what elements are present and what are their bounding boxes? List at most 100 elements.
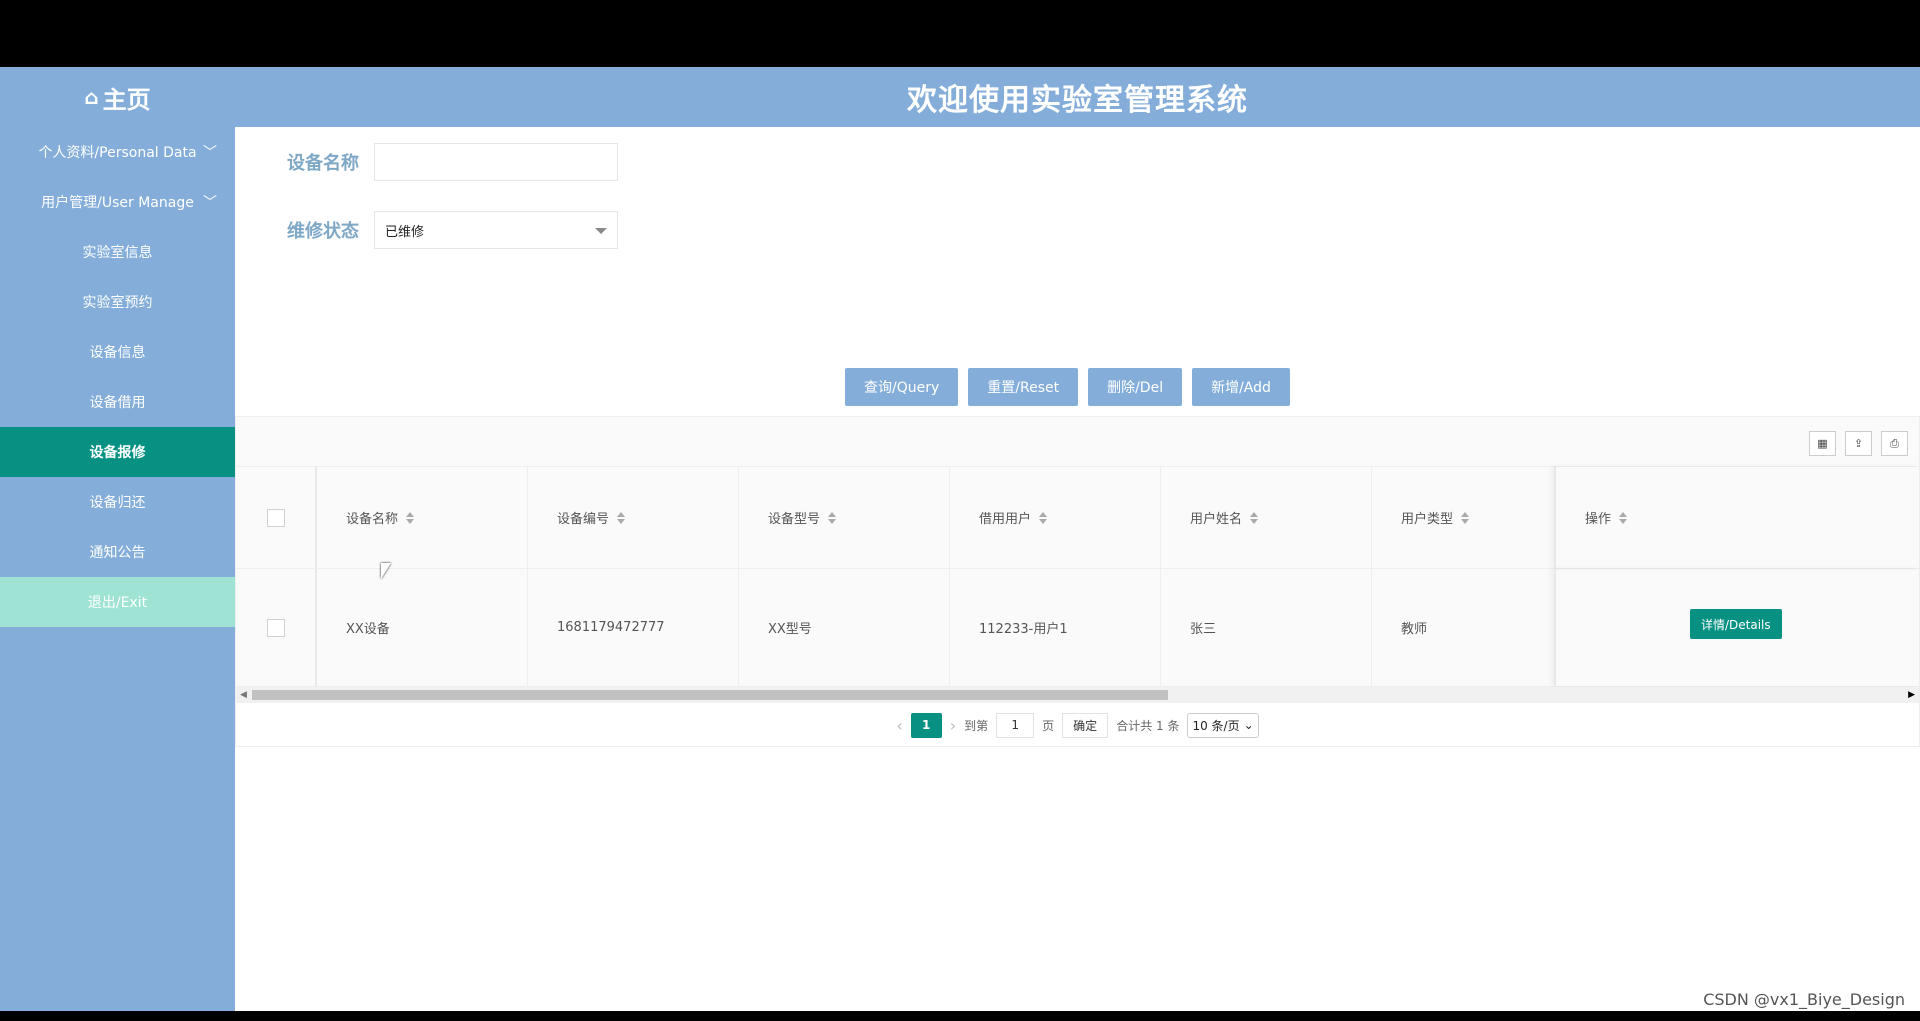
page-title: 欢迎使用实验室管理系统	[907, 83, 1248, 118]
operation-header: 操作	[1554, 467, 1919, 568]
device-name-label: 设备名称	[287, 153, 359, 174]
repair-status-value: 已维修	[385, 224, 425, 240]
table-cell: 1681179472777	[528, 569, 739, 686]
pagination: ‹ 1 › 到第 1 页 确定 合计共 1 条 10 条/页 ⌄	[236, 703, 1919, 747]
search-name-row: 设备名称	[287, 143, 618, 181]
table-header-row: 设备名称 设备编号 设备型号 借用用户 用户姓名 用户类型 操作	[236, 467, 1919, 569]
next-page-icon[interactable]: ›	[950, 716, 956, 735]
table-toolbar: ▦ ⇪ ⎙	[236, 417, 1919, 467]
prev-page-icon[interactable]: ‹	[896, 716, 902, 735]
sort-icon[interactable]	[828, 511, 837, 524]
column-header[interactable]: 用户姓名	[1161, 467, 1372, 568]
mouse-cursor	[381, 563, 391, 579]
sort-icon[interactable]	[1461, 511, 1470, 524]
search-status-row: 维修状态 已维修	[287, 211, 618, 249]
sidebar-item-personal-data[interactable]: 个人资料/Personal Data ﹀	[0, 127, 235, 177]
column-header[interactable]: 设备型号	[739, 467, 950, 568]
sort-icon[interactable]	[1039, 511, 1048, 524]
table-cell: 教师	[1401, 622, 1428, 637]
horizontal-scrollbar[interactable]: ◀ ▶	[236, 687, 1919, 703]
column-header-label: 借用用户	[979, 512, 1032, 527]
app-window: ⌂ 主页 欢迎使用实验室管理系统 个人资料/Personal Data ﹀ 用户…	[0, 67, 1920, 1011]
current-page[interactable]: 1	[910, 712, 942, 738]
column-header-label: 操作	[1585, 512, 1612, 527]
sidebar-item-lab-info[interactable]: 实验室信息	[0, 227, 235, 277]
action-buttons: 查询/Query 重置/Reset 删除/Del 新增/Add	[845, 368, 1290, 406]
select-all-cell	[236, 467, 317, 568]
sidebar-item-label: 实验室预约	[82, 295, 153, 311]
column-header-label: 用户类型	[1401, 512, 1454, 527]
sidebar: 个人资料/Personal Data ﹀ 用户管理/User Manage ﹀ …	[0, 127, 235, 1011]
column-header-label: 设备名称	[346, 512, 399, 527]
column-header-label: 用户姓名	[1190, 512, 1243, 527]
table-cell: XX型号	[739, 569, 950, 686]
data-table: ▦ ⇪ ⎙ 设备名称 设备编号 设备型号 借用用户 用户姓名 用户类型 操作 X…	[235, 416, 1920, 747]
home-label: 主页	[102, 85, 151, 114]
table-grid: 设备名称 设备编号 设备型号 借用用户 用户姓名 用户类型 操作 XX设备 16…	[236, 467, 1919, 687]
sidebar-item-label: 实验室信息	[82, 245, 153, 261]
sidebar-item-lab-booking[interactable]: 实验室预约	[0, 277, 235, 327]
sidebar-item-label: 退出/Exit	[87, 595, 148, 611]
sidebar-item-device-return[interactable]: 设备归还	[0, 477, 235, 527]
select-all-checkbox[interactable]	[266, 508, 285, 527]
scroll-left-icon[interactable]: ◀	[240, 690, 247, 700]
chevron-down-icon: ﹀	[203, 195, 217, 211]
goto-label: 到第	[964, 718, 989, 733]
device-name-input[interactable]	[374, 143, 618, 181]
sidebar-item-label: 设备信息	[89, 345, 146, 361]
sidebar-item-device-borrow[interactable]: 设备借用	[0, 377, 235, 427]
add-button[interactable]: 新增/Add	[1192, 368, 1290, 406]
table-cell: 张三	[1161, 569, 1372, 686]
sidebar-item-label: 设备借用	[89, 395, 146, 411]
export-icon[interactable]: ⇪	[1845, 431, 1872, 456]
column-header[interactable]: 设备名称	[317, 467, 528, 568]
sidebar-item-user-manage[interactable]: 用户管理/User Manage ﹀	[0, 177, 235, 227]
sort-icon[interactable]	[1250, 511, 1259, 524]
sidebar-item-label: 用户管理/User Manage	[41, 195, 194, 211]
repair-status-label: 维修状态	[287, 221, 359, 242]
scrollbar-thumb[interactable]	[252, 690, 1168, 700]
row-checkbox[interactable]	[266, 618, 285, 637]
reset-button[interactable]: 重置/Reset	[968, 368, 1079, 406]
bottom-bar	[0, 1011, 1920, 1021]
sidebar-item-label: 设备报修	[89, 445, 146, 461]
query-button[interactable]: 查询/Query	[845, 368, 959, 406]
goto-confirm-button[interactable]: 确定	[1062, 712, 1109, 738]
sidebar-item-label: 个人资料/Personal Data	[38, 145, 197, 161]
table-cell: XX设备	[317, 569, 528, 686]
header: ⌂ 主页 欢迎使用实验室管理系统	[0, 67, 1920, 127]
column-header[interactable]: 操作	[1556, 467, 1919, 568]
chevron-down-icon: ﹀	[203, 145, 217, 161]
operation-cell: 详情/Details	[1554, 569, 1919, 686]
sort-icon[interactable]	[617, 511, 626, 524]
caret-down-icon	[595, 228, 607, 234]
sidebar-item-label: 通知公告	[89, 545, 146, 561]
table-row: XX设备 1681179472777 XX型号 112233-用户1 张三 教师…	[236, 569, 1919, 687]
sidebar-item-exit[interactable]: 退出/Exit	[0, 577, 235, 627]
watermark: CSDN @vx1_Biye_Design	[1703, 990, 1905, 1009]
goto-page-input[interactable]: 1	[996, 712, 1035, 738]
print-icon[interactable]: ⎙	[1881, 431, 1908, 456]
scroll-right-icon[interactable]: ▶	[1908, 690, 1915, 700]
total-count: 合计共 1 条	[1116, 718, 1180, 733]
sidebar-item-device-repair[interactable]: 设备报修	[0, 427, 235, 477]
home-link[interactable]: ⌂ 主页	[0, 67, 235, 127]
sidebar-item-device-info[interactable]: 设备信息	[0, 327, 235, 377]
page-size-value: 10 条/页	[1192, 718, 1240, 733]
repair-status-select[interactable]: 已维修	[374, 211, 618, 249]
row-check-cell	[236, 569, 317, 686]
sidebar-item-notice[interactable]: 通知公告	[0, 527, 235, 577]
details-button[interactable]: 详情/Details	[1690, 609, 1782, 639]
column-header[interactable]: 用户类型	[1372, 467, 1557, 568]
page-size-select[interactable]: 10 条/页 ⌄	[1187, 712, 1259, 738]
columns-filter-icon[interactable]: ▦	[1809, 431, 1836, 456]
delete-button[interactable]: 删除/Del	[1088, 368, 1183, 406]
sort-icon[interactable]	[1619, 511, 1628, 524]
sort-icon[interactable]	[406, 511, 415, 524]
home-icon: ⌂	[84, 85, 99, 109]
chevron-down-icon: ⌄	[1243, 718, 1254, 732]
column-header[interactable]: 设备编号	[528, 467, 739, 568]
column-header[interactable]: 借用用户	[950, 467, 1161, 568]
main-content: 设备名称 维修状态 已维修 查询/Query 重置/Reset 删除/Del 新…	[235, 127, 1920, 1011]
column-header-label: 设备编号	[557, 512, 610, 527]
